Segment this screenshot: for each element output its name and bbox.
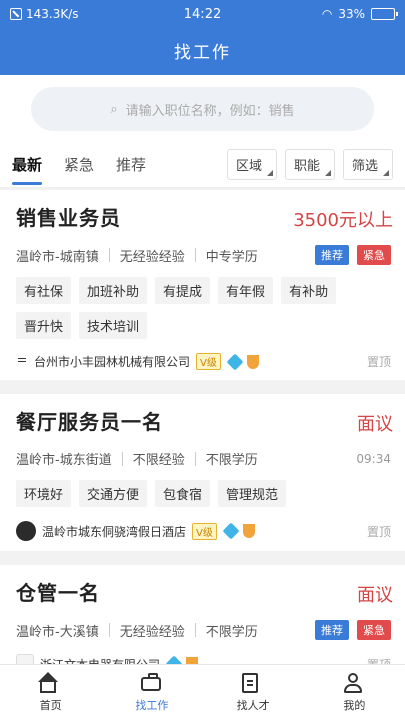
filter-function[interactable]: 职能 [284, 148, 335, 180]
job-tag: 有社保 [16, 277, 72, 304]
job-title: 餐厅服务员一名 [16, 410, 163, 434]
job-location: 温岭市-城南镇 [16, 249, 99, 265]
job-tag: 有年假 [218, 277, 274, 304]
job-tag: 环境好 [16, 480, 72, 507]
pinned-label: 置顶 [367, 656, 391, 665]
job-card[interactable]: 仓管一名 面议 温岭市-大溪镇 无经验经验 不限学历 推荐 紧急 浙江文本电器有… [0, 565, 405, 664]
nav-label: 我的 [343, 698, 366, 712]
status-bar: 143.3K/s 14:22 ◠ 33% [0, 0, 405, 28]
job-list: 销售业务员 3500元以上 温岭市-城南镇 无经验经验 中专学历 推荐 紧急 有… [0, 190, 405, 664]
tab-recommended[interactable]: 推荐 [116, 146, 146, 183]
nav-label: 首页 [39, 698, 62, 712]
job-tag: 技术培训 [79, 312, 148, 339]
company-logo [16, 355, 28, 368]
verified-shield-icon [186, 657, 199, 664]
bottom-navigation: 首页 找工作 找人才 我的 [0, 664, 405, 720]
vip-badge: V级 [196, 353, 221, 370]
user-icon [343, 672, 363, 693]
search-icon: ⌕ [110, 101, 118, 117]
diamond-icon [222, 522, 240, 540]
nav-label: 找人才 [236, 698, 270, 712]
job-meta: 温岭市-大溪镇 无经验经验 不限学历 推荐 紧急 [16, 620, 391, 640]
job-title: 仓管一名 [16, 581, 100, 605]
vip-badge: V级 [192, 522, 217, 540]
battery-level: 33% [338, 7, 365, 21]
job-tag: 有提成 [155, 277, 211, 304]
network-speed: 143.3K/s [26, 7, 79, 21]
filter-group: 区域 职能 筛选 [226, 148, 393, 180]
app-header: 143.3K/s 14:22 ◠ 33% 找工作 [0, 0, 405, 75]
nav-find-job[interactable]: 找工作 [101, 665, 202, 720]
job-experience: 无经验经验 [119, 624, 185, 640]
pinned-label: 置顶 [366, 355, 391, 369]
company-name: 台州市小丰园林机械有限公司 [34, 355, 191, 369]
job-meta: 温岭市-城南镇 无经验经验 中专学历 推荐 紧急 [16, 245, 391, 265]
job-salary: 面议 [357, 414, 393, 435]
job-tag: 有补助 [281, 277, 337, 304]
job-education: 不限学历 [205, 453, 258, 468]
company-logo [16, 654, 34, 664]
urgent-badge: 紧急 [357, 245, 391, 265]
recommend-badge: 推荐 [315, 245, 349, 265]
job-tags: 环境好 交通方便 包食宿 管理规范 [16, 480, 391, 507]
job-tags: 有社保 加班补助 有提成 有年假 有补助 晋升快 技术培训 [16, 277, 391, 339]
job-tag: 晋升快 [16, 312, 72, 339]
recommend-badge: 推荐 [315, 620, 349, 640]
verified-shield-icon [242, 524, 255, 538]
post-time: 09:34 [356, 451, 391, 466]
tab-latest[interactable]: 最新 [12, 146, 43, 185]
job-salary: 3500元以上 [293, 210, 393, 231]
company-name: 温岭市城东侗骁湾假日酒店 [42, 524, 187, 539]
job-tag: 加班补助 [79, 277, 148, 304]
job-location: 温岭市-大溪镇 [16, 624, 99, 640]
company-row: 温岭市城东侗骁湾假日酒店 V级 置顶 [16, 521, 391, 541]
job-education: 不限学历 [205, 624, 258, 640]
pinned-label: 置顶 [366, 524, 391, 539]
job-card[interactable]: 餐厅服务员一名 面议 温岭市-城东街道 不限经验 不限学历 09:34 环境好 … [0, 394, 405, 551]
sim-off-icon [10, 8, 22, 20]
home-icon [37, 671, 58, 693]
resume-icon [242, 672, 259, 693]
job-tag: 包食宿 [155, 480, 211, 507]
job-meta: 温岭市-城东街道 不限经验 不限学历 09:34 [16, 449, 391, 468]
urgent-badge: 紧急 [357, 620, 391, 640]
page-title: 找工作 [174, 43, 231, 63]
nav-find-talent[interactable]: 找人才 [203, 665, 304, 720]
job-location: 温岭市-城东街道 [16, 453, 112, 468]
company-row: 台州市小丰园林机械有限公司 V级 置顶 [16, 353, 391, 370]
job-experience: 不限经验 [132, 453, 185, 468]
company-name: 浙江文本电器有限公司 [40, 656, 160, 665]
company-logo [16, 521, 36, 541]
job-education: 中专学历 [205, 249, 258, 265]
tab-urgent[interactable]: 紧急 [64, 146, 94, 183]
nav-home[interactable]: 首页 [0, 665, 101, 720]
company-row: 浙江文本电器有限公司 置顶 [16, 654, 391, 664]
briefcase-icon [140, 672, 161, 691]
job-card[interactable]: 销售业务员 3500元以上 温岭市-城南镇 无经验经验 中专学历 推荐 紧急 有… [0, 190, 405, 380]
job-tag: 管理规范 [218, 480, 287, 507]
job-salary: 面议 [357, 585, 393, 606]
diamond-icon [226, 353, 244, 370]
nav-label: 找工作 [135, 698, 169, 712]
tab-bar: 最新 紧急 推荐 区域 职能 筛选 [0, 141, 405, 188]
verified-shield-icon [246, 354, 259, 369]
search-placeholder: 请输入职位名称，例如：销售 [125, 103, 295, 119]
job-experience: 无经验经验 [119, 249, 185, 265]
filter-area[interactable]: 区域 [226, 148, 277, 180]
search-input[interactable]: ⌕ 请输入职位名称，例如：销售 [31, 87, 374, 131]
nav-mine[interactable]: 我的 [304, 665, 405, 720]
wifi-icon: ◠ [321, 7, 333, 21]
battery-icon [371, 8, 398, 20]
filter-more[interactable]: 筛选 [342, 148, 393, 180]
job-tag: 交通方便 [79, 480, 148, 507]
search-area: ⌕ 请输入职位名称，例如：销售 [0, 75, 405, 141]
diamond-icon [165, 655, 183, 664]
status-time: 14:22 [183, 6, 222, 22]
